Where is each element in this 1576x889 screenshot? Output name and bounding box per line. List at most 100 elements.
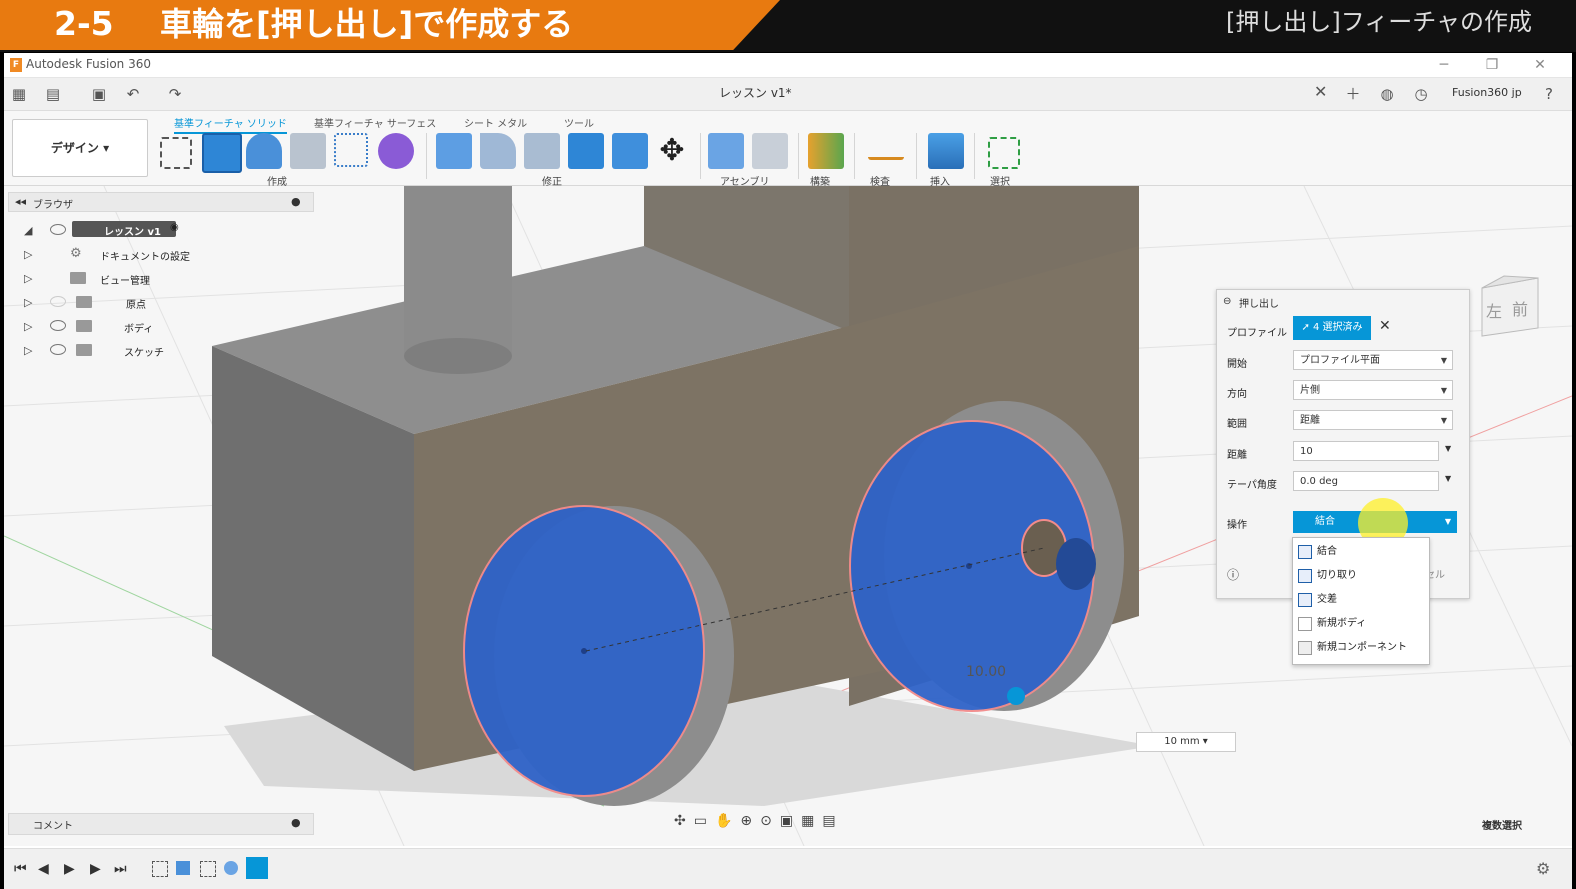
browser-item-bodies[interactable]: ▷ ボディ [24,316,324,338]
restore-icon[interactable]: ❐ [1472,55,1512,75]
expand-arrow-icon[interactable]: ▷ [24,272,32,285]
operation-option-new-component[interactable]: 新規コンポーネント [1293,636,1429,660]
operation-option-intersect[interactable]: 交差 [1293,588,1429,612]
construct-plane-icon[interactable] [808,133,844,169]
redo-icon[interactable]: ↷ [164,84,186,104]
expand-arrow-icon[interactable]: ▷ [24,296,32,309]
chevron-down-icon[interactable]: ▼ [1445,474,1451,483]
pin-icon[interactable]: ● [291,195,301,208]
browser-item-doc-settings[interactable]: ▷ ⚙ ドキュメントの設定 [24,244,324,266]
data-panel-grid-icon[interactable]: ▦ [8,84,30,104]
browser-item-views[interactable]: ▷ ビュー管理 [24,268,324,290]
minimize-icon[interactable]: ─ [1424,55,1464,75]
pattern-icon[interactable] [334,133,368,167]
timeline-extrude-icon[interactable] [176,861,190,875]
fillet-icon[interactable] [480,133,516,169]
collapse-arrow-icon[interactable]: ◢ [24,224,32,237]
close-tab-icon[interactable]: ✕ [1314,82,1327,101]
extent-dropdown[interactable]: 距離 ▼ [1293,410,1453,430]
timeline-sketch-icon[interactable] [152,861,168,877]
move-icon[interactable]: ✥ [654,133,690,169]
comments-panel-header[interactable]: コメント ● [8,813,314,835]
combine-icon[interactable] [568,133,604,169]
info-icon[interactable]: ⓘ [1227,566,1239,583]
fit-icon[interactable]: ⊙ [760,813,780,829]
go-to-end-icon[interactable]: ⏭ [114,861,127,877]
chevron-down-icon[interactable]: ▼ [1445,444,1451,453]
joint-icon[interactable] [752,133,788,169]
viewcube-front-label[interactable]: 前 [1512,296,1528,320]
clear-selection-icon[interactable]: ✕ [1379,318,1391,334]
scale-icon[interactable] [612,133,648,169]
extrude-icon[interactable] [202,133,242,173]
play-icon[interactable]: ▶ [64,861,75,877]
measure-icon[interactable] [868,133,904,160]
distance-input[interactable]: 10 mm ▾ [1136,732,1236,752]
expand-arrow-icon[interactable]: ▷ [24,320,32,333]
expand-arrow-icon[interactable]: ▷ [24,344,32,357]
new-component-icon[interactable] [708,133,744,169]
document-tab[interactable]: レッスン v1* [719,84,792,101]
browser-item-origin[interactable]: ▷ 原点 [24,292,324,314]
insert-image-icon[interactable] [928,133,964,169]
tab-tools[interactable]: ツール [564,115,594,130]
settings-gear-icon[interactable]: ⚙ [1536,859,1550,878]
viewcube-left-label[interactable]: 左 [1486,298,1502,322]
visibility-icon[interactable] [50,320,66,331]
go-to-start-icon[interactable]: ⏮ [14,861,27,877]
direction-dropdown[interactable]: 片側 ▼ [1293,380,1453,400]
help-icon[interactable]: ? [1538,84,1560,104]
timeline-sketch-icon[interactable] [200,861,216,877]
display-settings-icon[interactable]: ▣ [780,813,801,829]
start-dropdown[interactable]: プロファイル平面 ▼ [1293,350,1453,370]
tab-sheet-metal[interactable]: シート メタル [464,115,527,130]
activate-icon[interactable]: ◉ [170,222,179,233]
job-status-icon[interactable]: ◍ [1376,84,1398,104]
pan-icon[interactable]: ✋ [715,813,740,829]
zoom-icon[interactable]: ⊕ [740,813,760,829]
operation-option-cut[interactable]: 切り取り [1293,564,1429,588]
file-menu-icon[interactable]: ▤ [42,84,64,104]
profile-selection-button[interactable]: ➚ 4 選択済み [1293,316,1371,340]
shell-icon[interactable] [524,133,560,169]
timeline-current-feature[interactable] [246,857,268,879]
workspace-switcher[interactable]: デザイン ▾ [12,119,148,177]
option-label: 交差 [1317,594,1337,605]
visibility-icon[interactable] [50,344,66,355]
step-forward-icon[interactable]: ▶ [90,861,101,877]
pin-icon[interactable]: ● [291,816,301,829]
orbit-icon[interactable]: ✣ [674,813,694,829]
operation-option-new-body[interactable]: 新規ボディ [1293,612,1429,636]
browser-root-row[interactable]: ◢ レッスン v1 ◉ [24,220,324,242]
close-window-icon[interactable]: ✕ [1520,55,1560,75]
expand-arrow-icon[interactable]: ▷ [24,248,32,261]
visibility-off-icon[interactable] [50,296,66,307]
new-tab-plus-icon[interactable]: ＋ [1342,84,1364,104]
tab-solid[interactable]: 基準フィーチャ ソリッド [174,115,287,134]
look-at-icon[interactable]: ▭ [694,813,715,829]
distance-field[interactable]: 10 [1293,441,1439,461]
revolve-icon[interactable] [246,133,282,169]
timeline-revolve-icon[interactable] [224,861,238,875]
taper-field[interactable]: 0.0 deg [1293,471,1439,491]
grid-icon[interactable]: ▦ [801,813,822,829]
operation-label: 操作 [1227,520,1247,531]
notifications-icon[interactable]: ◷ [1410,84,1432,104]
undo-icon[interactable]: ↶ [122,84,144,104]
collapse-dialog-icon[interactable]: ⊖ [1223,296,1231,307]
step-back-icon[interactable]: ◀ [38,861,49,877]
hole-icon[interactable] [290,133,326,169]
tab-surface[interactable]: 基準フィーチャ サーフェス [314,115,436,130]
visibility-icon[interactable] [50,224,66,235]
collapse-icon[interactable]: ◂◂ [15,195,26,208]
save-icon[interactable]: ▣ [88,84,110,104]
press-pull-icon[interactable] [436,133,472,169]
browser-panel-header[interactable]: ◂◂ ブラウザ ● [8,192,314,212]
create-form-icon[interactable] [378,133,414,169]
browser-item-sketches[interactable]: ▷ スケッチ [24,340,324,362]
operation-option-join[interactable]: 結合 [1293,540,1429,564]
create-sketch-icon[interactable] [160,137,192,169]
select-window-icon[interactable] [988,137,1020,169]
account-name[interactable]: Fusion360 jp [1452,86,1522,99]
viewports-icon[interactable]: ▤ [822,813,843,829]
